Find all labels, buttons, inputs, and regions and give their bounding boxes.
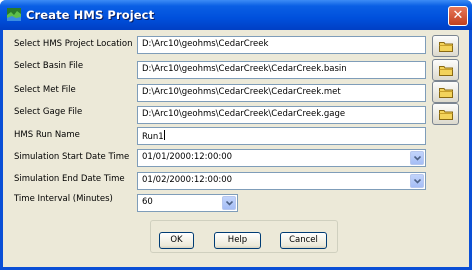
time-interval-label: Time Interval (Minutes) <box>14 194 113 204</box>
browse-met-file-button[interactable] <box>432 81 459 103</box>
chevron-down-icon[interactable] <box>222 196 236 210</box>
browse-basin-file-button[interactable] <box>432 59 459 81</box>
start-date-value: 01/01/2000:12:00:00 <box>142 152 233 162</box>
project-location-field[interactable]: D:\Arc10\geohms\CedarCreek <box>137 36 426 54</box>
create-hms-project-dialog: Create HMS Project ✕ Select HMS Project … <box>0 0 472 270</box>
basin-file-field[interactable]: D:\Arc10\geohms\CedarCreek\CedarCreek.ba… <box>137 61 426 79</box>
end-date-value: 01/02/2000:12:00:00 <box>142 175 233 185</box>
hms-app-icon <box>7 8 21 21</box>
text-caret <box>163 130 165 140</box>
chevron-down-icon[interactable] <box>410 174 424 188</box>
start-date-dropdown[interactable]: 01/01/2000:12:00:00 <box>137 149 426 167</box>
run-name-value: Run1 <box>142 132 164 142</box>
met-file-label: Select Met File <box>14 85 76 95</box>
cancel-button[interactable]: Cancel <box>280 232 327 249</box>
time-interval-dropdown[interactable]: 60 <box>137 194 238 212</box>
end-date-label: Simulation End Date Time <box>14 174 125 184</box>
help-button[interactable]: Help <box>214 232 261 249</box>
start-date-label: Simulation Start Date Time <box>14 152 130 162</box>
browse-gage-file-button[interactable] <box>432 103 459 125</box>
end-date-dropdown[interactable]: 01/02/2000:12:00:00 <box>137 172 426 190</box>
close-button[interactable]: ✕ <box>448 6 468 26</box>
run-name-field[interactable]: Run1 <box>137 127 426 145</box>
browse-project-location-button[interactable] <box>432 35 459 57</box>
basin-file-label: Select Basin File <box>14 61 84 71</box>
met-file-field[interactable]: D:\Arc10\geohms\CedarCreek\CedarCreek.me… <box>137 84 426 102</box>
dialog-title: Create HMS Project <box>26 8 155 22</box>
title-bar[interactable]: Create HMS Project ✕ <box>0 0 472 30</box>
gage-file-label: Select Gage File <box>14 107 83 117</box>
time-interval-value: 60 <box>142 197 153 207</box>
run-name-label: HMS Run Name <box>14 130 80 140</box>
ok-button[interactable]: OK <box>159 232 194 249</box>
gage-file-field[interactable]: D:\Arc10\geohms\CedarCreek\CedarCreek.ga… <box>137 106 426 124</box>
project-location-label: Select HMS Project Location <box>14 39 133 49</box>
chevron-down-icon[interactable] <box>410 151 424 165</box>
